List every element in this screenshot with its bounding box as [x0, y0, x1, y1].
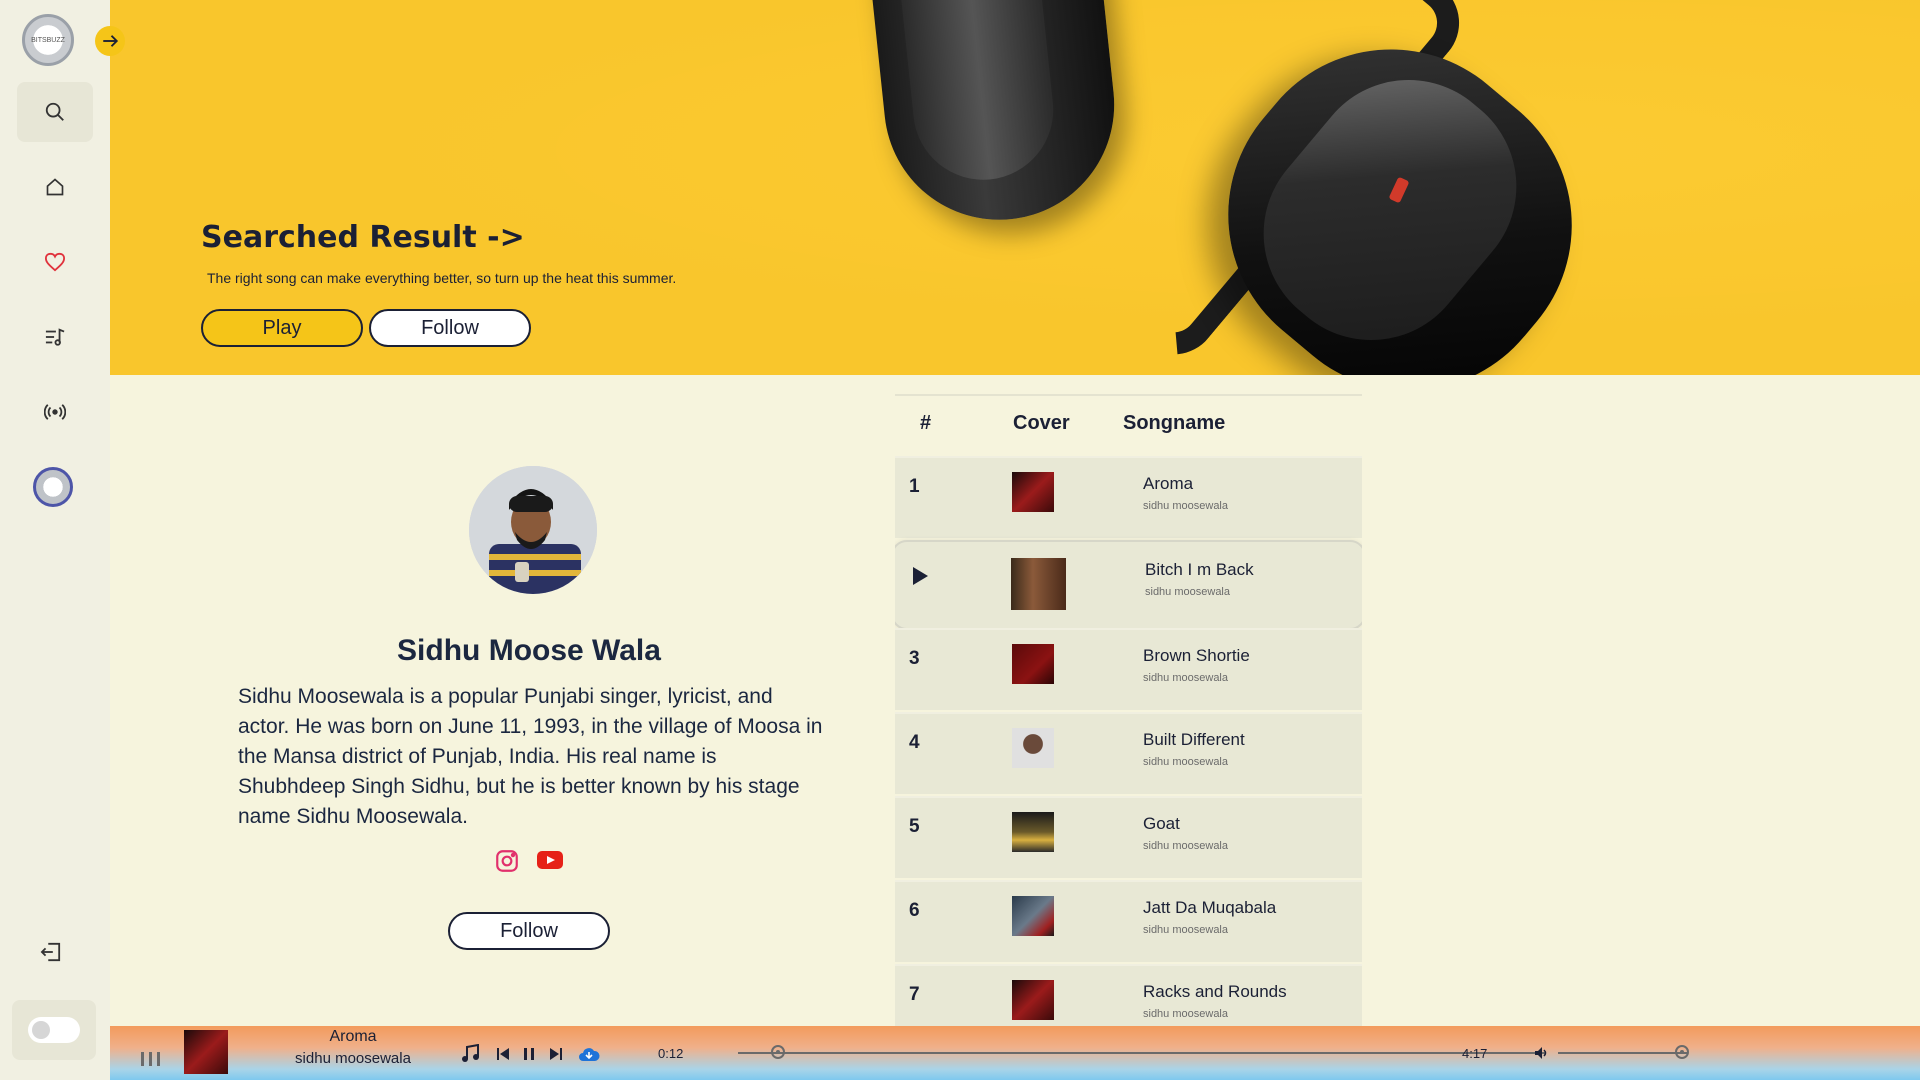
- song-cover: [1012, 896, 1054, 936]
- song-table: # Cover Songname 1 Aroma sidhu moosewala…: [895, 394, 1362, 1026]
- pause-button[interactable]: [523, 1047, 535, 1066]
- toggle-knob: [32, 1021, 50, 1039]
- table-row[interactable]: 4 Built Different sidhu moosewala: [895, 712, 1362, 794]
- search-icon: [45, 102, 64, 121]
- track-number: 6: [909, 900, 920, 921]
- now-playing-title: Aroma: [329, 1028, 377, 1045]
- arrow-right-icon: [103, 35, 119, 47]
- hero-follow-button[interactable]: Follow: [369, 309, 531, 347]
- music-note-button[interactable]: [460, 1043, 480, 1069]
- song-title: Racks and Rounds: [1143, 982, 1287, 1001]
- previous-button[interactable]: [496, 1047, 510, 1066]
- table-row[interactable]: 3 Brown Shortie sidhu moosewala: [895, 628, 1362, 710]
- song-title: Jatt Da Muqabala: [1143, 898, 1277, 917]
- logo-text: BITSBUZZ: [31, 36, 65, 44]
- skip-previous-icon: [497, 1048, 509, 1060]
- playlist-icon: [45, 328, 65, 346]
- logout-icon: [40, 942, 61, 962]
- song-cover: [1012, 812, 1054, 852]
- expand-sidebar-button[interactable]: [95, 26, 125, 56]
- song-cover: [1012, 728, 1054, 768]
- toggle-track: [28, 1017, 80, 1043]
- table-row[interactable]: 5 Goat sidhu moosewala: [895, 796, 1362, 878]
- song-cover: [1012, 644, 1054, 684]
- song-title: Goat: [1143, 814, 1180, 833]
- track-number: 3: [909, 648, 920, 669]
- sidebar-item-search[interactable]: [17, 82, 93, 142]
- download-button[interactable]: [578, 1046, 600, 1067]
- seek-thumb[interactable]: [771, 1045, 786, 1059]
- sidebar-item-playlist[interactable]: [17, 307, 93, 367]
- now-playing-cover: [184, 1030, 228, 1074]
- song-title: Aroma: [1143, 474, 1194, 493]
- hero-subtitle: The right song can make everything bette…: [207, 270, 677, 286]
- seek-bar[interactable]: [738, 1052, 1546, 1054]
- table-divider: [895, 394, 1362, 396]
- song-title: Brown Shortie: [1143, 646, 1250, 665]
- track-number: 7: [909, 984, 920, 1005]
- song-artist: sidhu moosewala: [1143, 672, 1228, 684]
- youtube-icon[interactable]: [536, 848, 564, 879]
- song-cover: [1011, 558, 1066, 610]
- table-row[interactable]: 7 Racks and Rounds sidhu moosewala: [895, 964, 1362, 1026]
- column-header-songname: Songname: [1123, 412, 1226, 434]
- column-header-cover: Cover: [1013, 412, 1070, 434]
- equalizer-icon: [140, 1050, 162, 1071]
- sidebar: BITSBUZZ: [0, 0, 110, 1080]
- song-cover: [1012, 472, 1054, 512]
- instagram-icon[interactable]: [494, 848, 520, 879]
- volume-slider[interactable]: [1558, 1052, 1688, 1054]
- user-avatar[interactable]: [33, 467, 73, 507]
- volume-button[interactable]: [1534, 1046, 1548, 1065]
- artist-photo: [469, 466, 597, 594]
- artist-name: Sidhu Moose Wala: [397, 634, 661, 667]
- song-title: Bitch I m Back: [1145, 560, 1254, 579]
- app-logo[interactable]: BITSBUZZ: [22, 14, 74, 66]
- artist-bio: Sidhu Moosewala is a popular Punjabi sin…: [238, 685, 823, 828]
- heart-icon: [44, 252, 66, 272]
- sidebar-item-home[interactable]: [17, 157, 93, 217]
- track-number: 1: [909, 476, 920, 497]
- skip-next-icon: [550, 1048, 562, 1060]
- table-row[interactable]: 1 Aroma sidhu moosewala: [895, 456, 1362, 538]
- home-icon: [46, 178, 64, 196]
- volume-thumb[interactable]: [1674, 1045, 1689, 1059]
- sidebar-item-favorites[interactable]: [17, 232, 93, 292]
- sidebar-item-radio[interactable]: [17, 382, 93, 442]
- artist-follow-button[interactable]: Follow: [448, 912, 610, 950]
- song-artist: sidhu moosewala: [1143, 924, 1228, 936]
- player-bar: Aroma sidhu moosewala 0:12 4:17: [110, 1026, 1920, 1080]
- song-title: Built Different: [1143, 730, 1245, 749]
- table-row-playing[interactable]: Bitch I m Back sidhu moosewala: [895, 540, 1362, 630]
- song-artist: sidhu moosewala: [1143, 756, 1228, 768]
- cloud-download-icon: [579, 1048, 600, 1061]
- table-row[interactable]: 6 Jatt Da Muqabala sidhu moosewala: [895, 880, 1362, 962]
- column-header-number: #: [920, 412, 932, 434]
- volume-icon: [1535, 1047, 1547, 1059]
- now-playing-artist: sidhu moosewala: [295, 1050, 411, 1067]
- music-note-icon: [462, 1043, 479, 1062]
- social-links: [494, 848, 564, 879]
- play-button[interactable]: Play: [201, 309, 363, 347]
- track-number: 5: [909, 816, 920, 837]
- song-artist: sidhu moosewala: [1143, 1008, 1228, 1020]
- page-title: Searched Result ->: [201, 220, 525, 255]
- current-time: 0:12: [658, 1046, 684, 1061]
- song-artist: sidhu moosewala: [1143, 840, 1228, 852]
- song-cover: [1012, 980, 1054, 1020]
- song-artist: sidhu moosewala: [1143, 500, 1228, 512]
- broadcast-icon: [44, 404, 66, 420]
- logout-button[interactable]: [40, 942, 62, 967]
- next-button[interactable]: [549, 1047, 563, 1066]
- duration: 4:17: [1462, 1046, 1488, 1061]
- play-icon[interactable]: [911, 566, 929, 591]
- theme-toggle[interactable]: [12, 1000, 96, 1060]
- pause-icon: [524, 1048, 534, 1060]
- track-number: 4: [909, 732, 920, 753]
- song-artist: sidhu moosewala: [1145, 586, 1230, 598]
